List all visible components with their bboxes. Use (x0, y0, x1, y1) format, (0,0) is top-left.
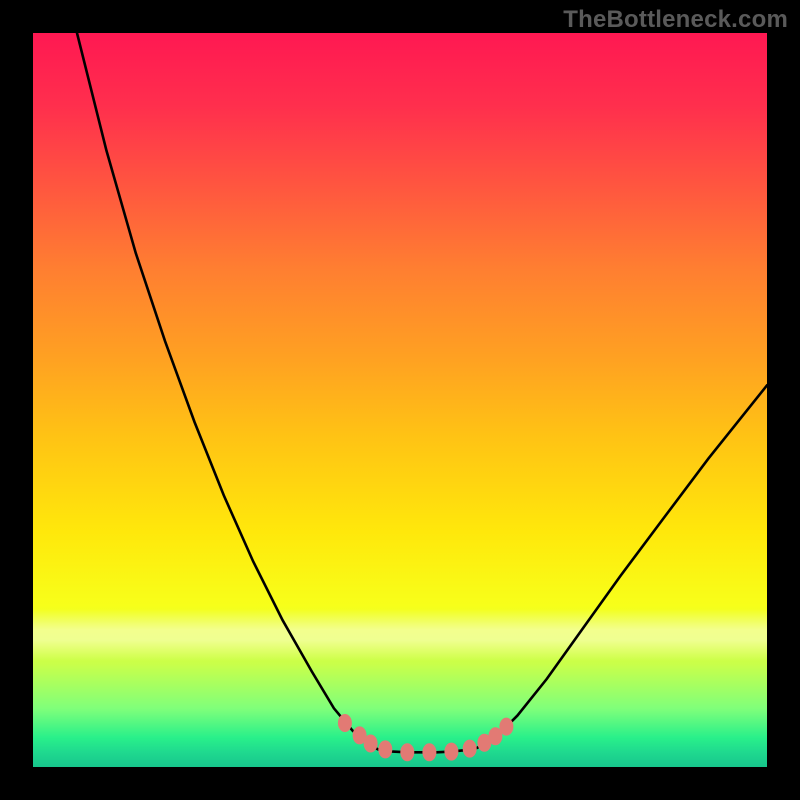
marker-dot (364, 735, 378, 753)
marker-dot (444, 743, 458, 761)
marker-dot (422, 743, 436, 761)
curve-svg (33, 33, 767, 767)
plot-area (33, 33, 767, 767)
marker-dot (338, 714, 352, 732)
marker-group (338, 714, 514, 761)
marker-dot (499, 718, 513, 736)
marker-dot (378, 740, 392, 758)
marker-dot (400, 743, 414, 761)
marker-dot (463, 740, 477, 758)
outer-frame: TheBottleneck.com (0, 0, 800, 800)
watermark-text: TheBottleneck.com (563, 6, 788, 34)
bottleneck-curve (77, 33, 767, 752)
